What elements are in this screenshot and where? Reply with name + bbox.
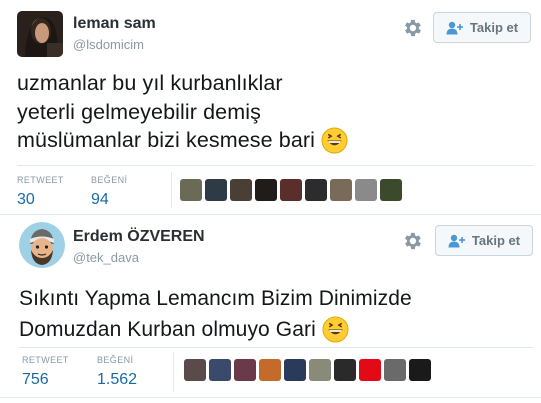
user-handle[interactable]: @tek_dava bbox=[73, 250, 139, 265]
liker-avatar[interactable] bbox=[205, 179, 227, 201]
divider bbox=[19, 347, 533, 348]
like-count: 94 bbox=[91, 191, 109, 208]
likers-list bbox=[184, 359, 431, 381]
liker-avatar[interactable] bbox=[305, 179, 327, 201]
gear-icon[interactable] bbox=[401, 230, 423, 252]
liker-avatar[interactable] bbox=[180, 179, 202, 201]
user-name[interactable]: Erdem ÖZVEREN bbox=[73, 228, 205, 246]
liker-avatar[interactable] bbox=[409, 359, 431, 381]
avatar[interactable] bbox=[17, 11, 63, 57]
follow-button[interactable]: Takip et bbox=[435, 225, 533, 256]
divider bbox=[17, 165, 533, 166]
retweet-stat[interactable]: RETWEET 30 bbox=[17, 175, 64, 209]
bottom-border bbox=[0, 397, 541, 398]
retweet-count: 756 bbox=[22, 371, 49, 388]
like-stat[interactable]: BEĞENİ 94 bbox=[91, 175, 127, 209]
liker-avatar[interactable] bbox=[209, 359, 231, 381]
retweet-label: RETWEET bbox=[22, 355, 69, 365]
add-user-icon bbox=[448, 234, 465, 247]
liker-avatar[interactable] bbox=[280, 179, 302, 201]
gear-icon[interactable] bbox=[401, 17, 423, 39]
follow-label: Takip et bbox=[469, 20, 519, 35]
follow-label: Takip et bbox=[471, 233, 521, 248]
tweet-text-line: Sıkıntı Yapma Lemancım Bizim Dinimizde bbox=[19, 287, 412, 310]
like-label: BEĞENİ bbox=[97, 355, 134, 365]
tweet-text-line: yeterli gelmeyebilir demiş bbox=[17, 99, 261, 124]
liker-avatar[interactable] bbox=[234, 359, 256, 381]
user-name[interactable]: leman sam bbox=[73, 15, 156, 33]
tweet-text: Sıkıntı Yapma Lemancım Bizim Dinimizde D… bbox=[19, 283, 412, 345]
like-count: 1.562 bbox=[97, 371, 138, 388]
tweet-text-line: Domuzdan Kurban olmuyo Gari bbox=[19, 314, 412, 345]
avatar[interactable] bbox=[19, 222, 65, 268]
like-stat[interactable]: BEĞENİ 1.562 bbox=[97, 355, 137, 389]
liker-avatar[interactable] bbox=[309, 359, 331, 381]
like-label: BEĞENİ bbox=[91, 175, 128, 185]
grinning-emoji-icon bbox=[321, 127, 348, 154]
liker-avatar[interactable] bbox=[259, 359, 281, 381]
tweet-text-line: uzmanlar bu yıl kurbanlıklar bbox=[17, 71, 283, 95]
liker-avatar[interactable] bbox=[334, 359, 356, 381]
retweet-stat[interactable]: RETWEET 756 bbox=[22, 355, 69, 389]
liker-avatar[interactable] bbox=[330, 179, 352, 201]
stat-separator bbox=[173, 352, 174, 392]
grinning-emoji-icon bbox=[322, 316, 349, 343]
likers-list bbox=[180, 179, 402, 201]
liker-avatar[interactable] bbox=[355, 179, 377, 201]
user-handle[interactable]: @lsdomicim bbox=[73, 37, 144, 52]
tweet-text: uzmanlar bu yıl kurbanlıklar yeterli gel… bbox=[17, 69, 348, 155]
liker-avatar[interactable] bbox=[359, 359, 381, 381]
add-user-icon bbox=[446, 21, 463, 34]
tweet-separator bbox=[0, 214, 541, 215]
liker-avatar[interactable] bbox=[384, 359, 406, 381]
follow-button[interactable]: Takip et bbox=[433, 12, 531, 43]
liker-avatar[interactable] bbox=[184, 359, 206, 381]
liker-avatar[interactable] bbox=[255, 179, 277, 201]
retweet-label: RETWEET bbox=[17, 175, 64, 185]
retweet-count: 30 bbox=[17, 191, 35, 208]
tweet-text-line: müslümanlar bizi kesmese bari bbox=[17, 126, 348, 155]
stat-separator bbox=[171, 172, 172, 208]
liker-avatar[interactable] bbox=[230, 179, 252, 201]
liker-avatar[interactable] bbox=[380, 179, 402, 201]
liker-avatar[interactable] bbox=[284, 359, 306, 381]
